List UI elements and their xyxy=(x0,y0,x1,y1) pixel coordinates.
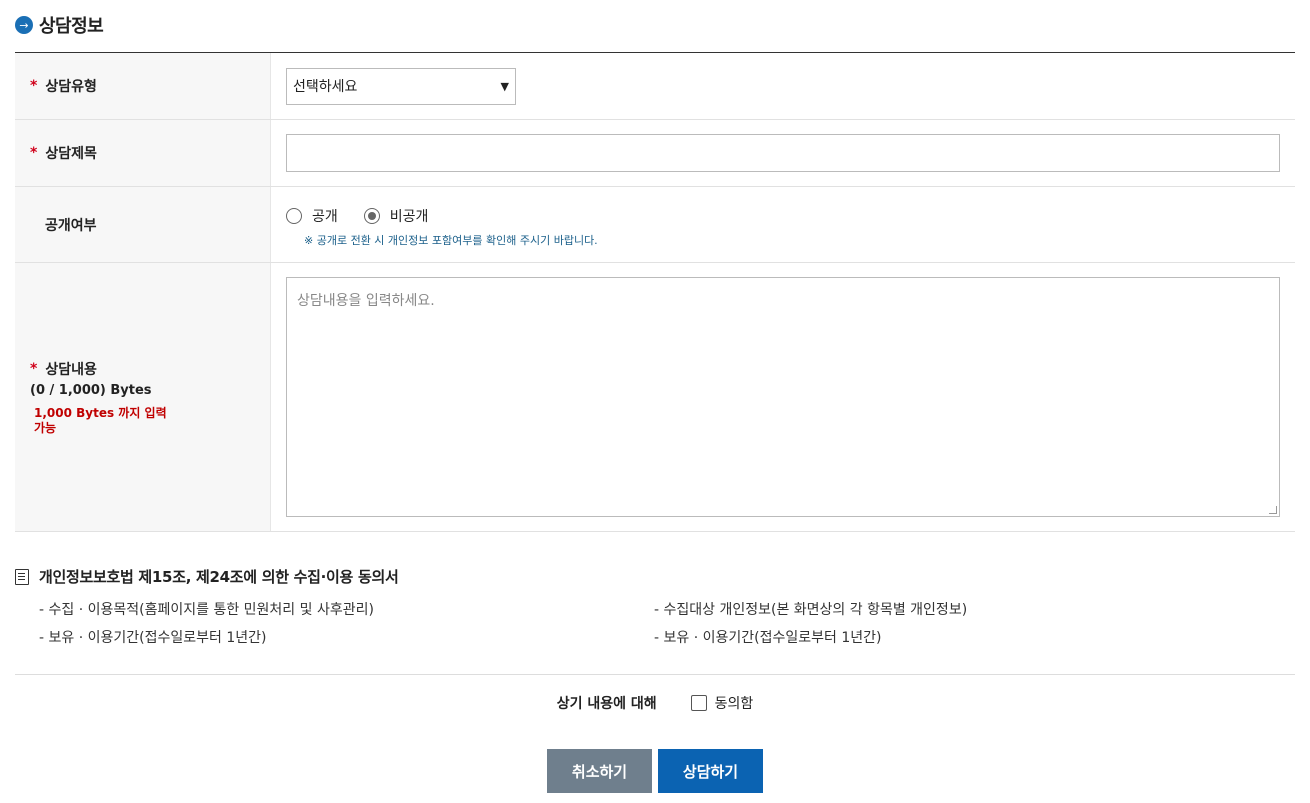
consult-type-select[interactable]: 선택하세요 ▼ xyxy=(286,67,516,105)
agree-checkbox-label[interactable]: 동의함 xyxy=(715,693,754,713)
required-mark: * xyxy=(30,145,38,161)
subject-label: 상담제목 xyxy=(45,146,97,162)
cancel-button[interactable]: 취소하기 xyxy=(547,749,652,793)
chevron-down-icon: ▼ xyxy=(500,79,509,93)
subject-input[interactable] xyxy=(286,134,1280,172)
consent-item: - 수집대상 개인정보(본 화면상의 각 항목별 개인정보) xyxy=(654,602,968,618)
row-subject: * 상담제목 xyxy=(15,120,1295,187)
arrow-right-circle-icon: → xyxy=(15,16,33,34)
document-icon xyxy=(15,568,29,585)
radio-public[interactable] xyxy=(286,207,302,224)
section-header: → 상담정보 xyxy=(15,12,104,38)
radio-private[interactable] xyxy=(363,207,380,224)
row-consult-type: * 상담유형 선택하세요 ▼ xyxy=(15,53,1295,120)
agree-line: 상기 내용에 대해 동의함 xyxy=(0,693,1310,713)
consent-item: - 보유 · 이용기간(접수일로부터 1년간) xyxy=(654,630,882,646)
row-content: * 상담내용 (0 / 1,000) Bytes 1,000 Bytes 까지 입… xyxy=(15,263,1295,532)
divider xyxy=(15,674,1295,675)
consent-items: - 수집 · 이용목적(홈페이지를 통한 민원처리 및 사후관리) - 수집대상… xyxy=(15,599,1295,647)
agree-prompt: 상기 내용에 대해 xyxy=(556,696,657,712)
section-title: 상담정보 xyxy=(39,16,104,37)
byte-limit-note: 1,000 Bytes 까지 입력 가능 xyxy=(34,405,167,435)
public-label: 공개여부 xyxy=(45,217,97,234)
consent-item: - 보유 · 이용기간(접수일로부터 1년간) xyxy=(39,630,267,646)
row-header: * 상담유형 xyxy=(15,53,271,119)
consent-item: - 수집 · 이용목적(홈페이지를 통한 민원처리 및 사후관리) xyxy=(39,602,374,618)
resize-handle-icon[interactable] xyxy=(1269,506,1277,514)
byte-counter: (0 / 1,000) Bytes xyxy=(30,382,152,398)
public-notice: ※ 공개로 전환 시 개인정보 포함여부를 확인해 주시기 바랍니다. xyxy=(304,233,598,247)
radio-public-label: 공개 xyxy=(312,208,338,225)
row-header: 공개여부 xyxy=(15,187,271,262)
content-label: 상담내용 xyxy=(45,361,97,378)
row-header: * 상담내용 (0 / 1,000) Bytes 1,000 Bytes 까지 입… xyxy=(15,263,271,531)
radio-private-label: 비공개 xyxy=(389,208,429,225)
row-header: * 상담제목 xyxy=(15,120,271,186)
content-placeholder: 상담내용을 입력하세요. xyxy=(297,293,435,309)
consult-type-selected: 선택하세요 xyxy=(293,79,358,95)
agree-checkbox[interactable] xyxy=(690,695,707,711)
consultation-form: * 상담유형 선택하세요 ▼ * 상담제목 공개여부 공개 비공개 ※ 공개로 … xyxy=(15,52,1295,532)
action-buttons: 취소하기 상담하기 xyxy=(0,749,1310,793)
row-public: 공개여부 공개 비공개 ※ 공개로 전환 시 개인정보 포함여부를 확인해 주시… xyxy=(15,187,1295,263)
required-mark: * xyxy=(30,360,38,377)
consult-type-label: 상담유형 xyxy=(45,79,97,95)
consent-section: 개인정보보호법 제15조, 제24조에 의한 수집·이용 동의서 - 수집 · … xyxy=(15,566,1295,647)
submit-button[interactable]: 상담하기 xyxy=(658,749,763,793)
content-textarea[interactable]: 상담내용을 입력하세요. xyxy=(286,277,1280,517)
required-mark: * xyxy=(30,78,38,94)
consent-title: 개인정보보호법 제15조, 제24조에 의한 수집·이용 동의서 xyxy=(39,568,399,586)
